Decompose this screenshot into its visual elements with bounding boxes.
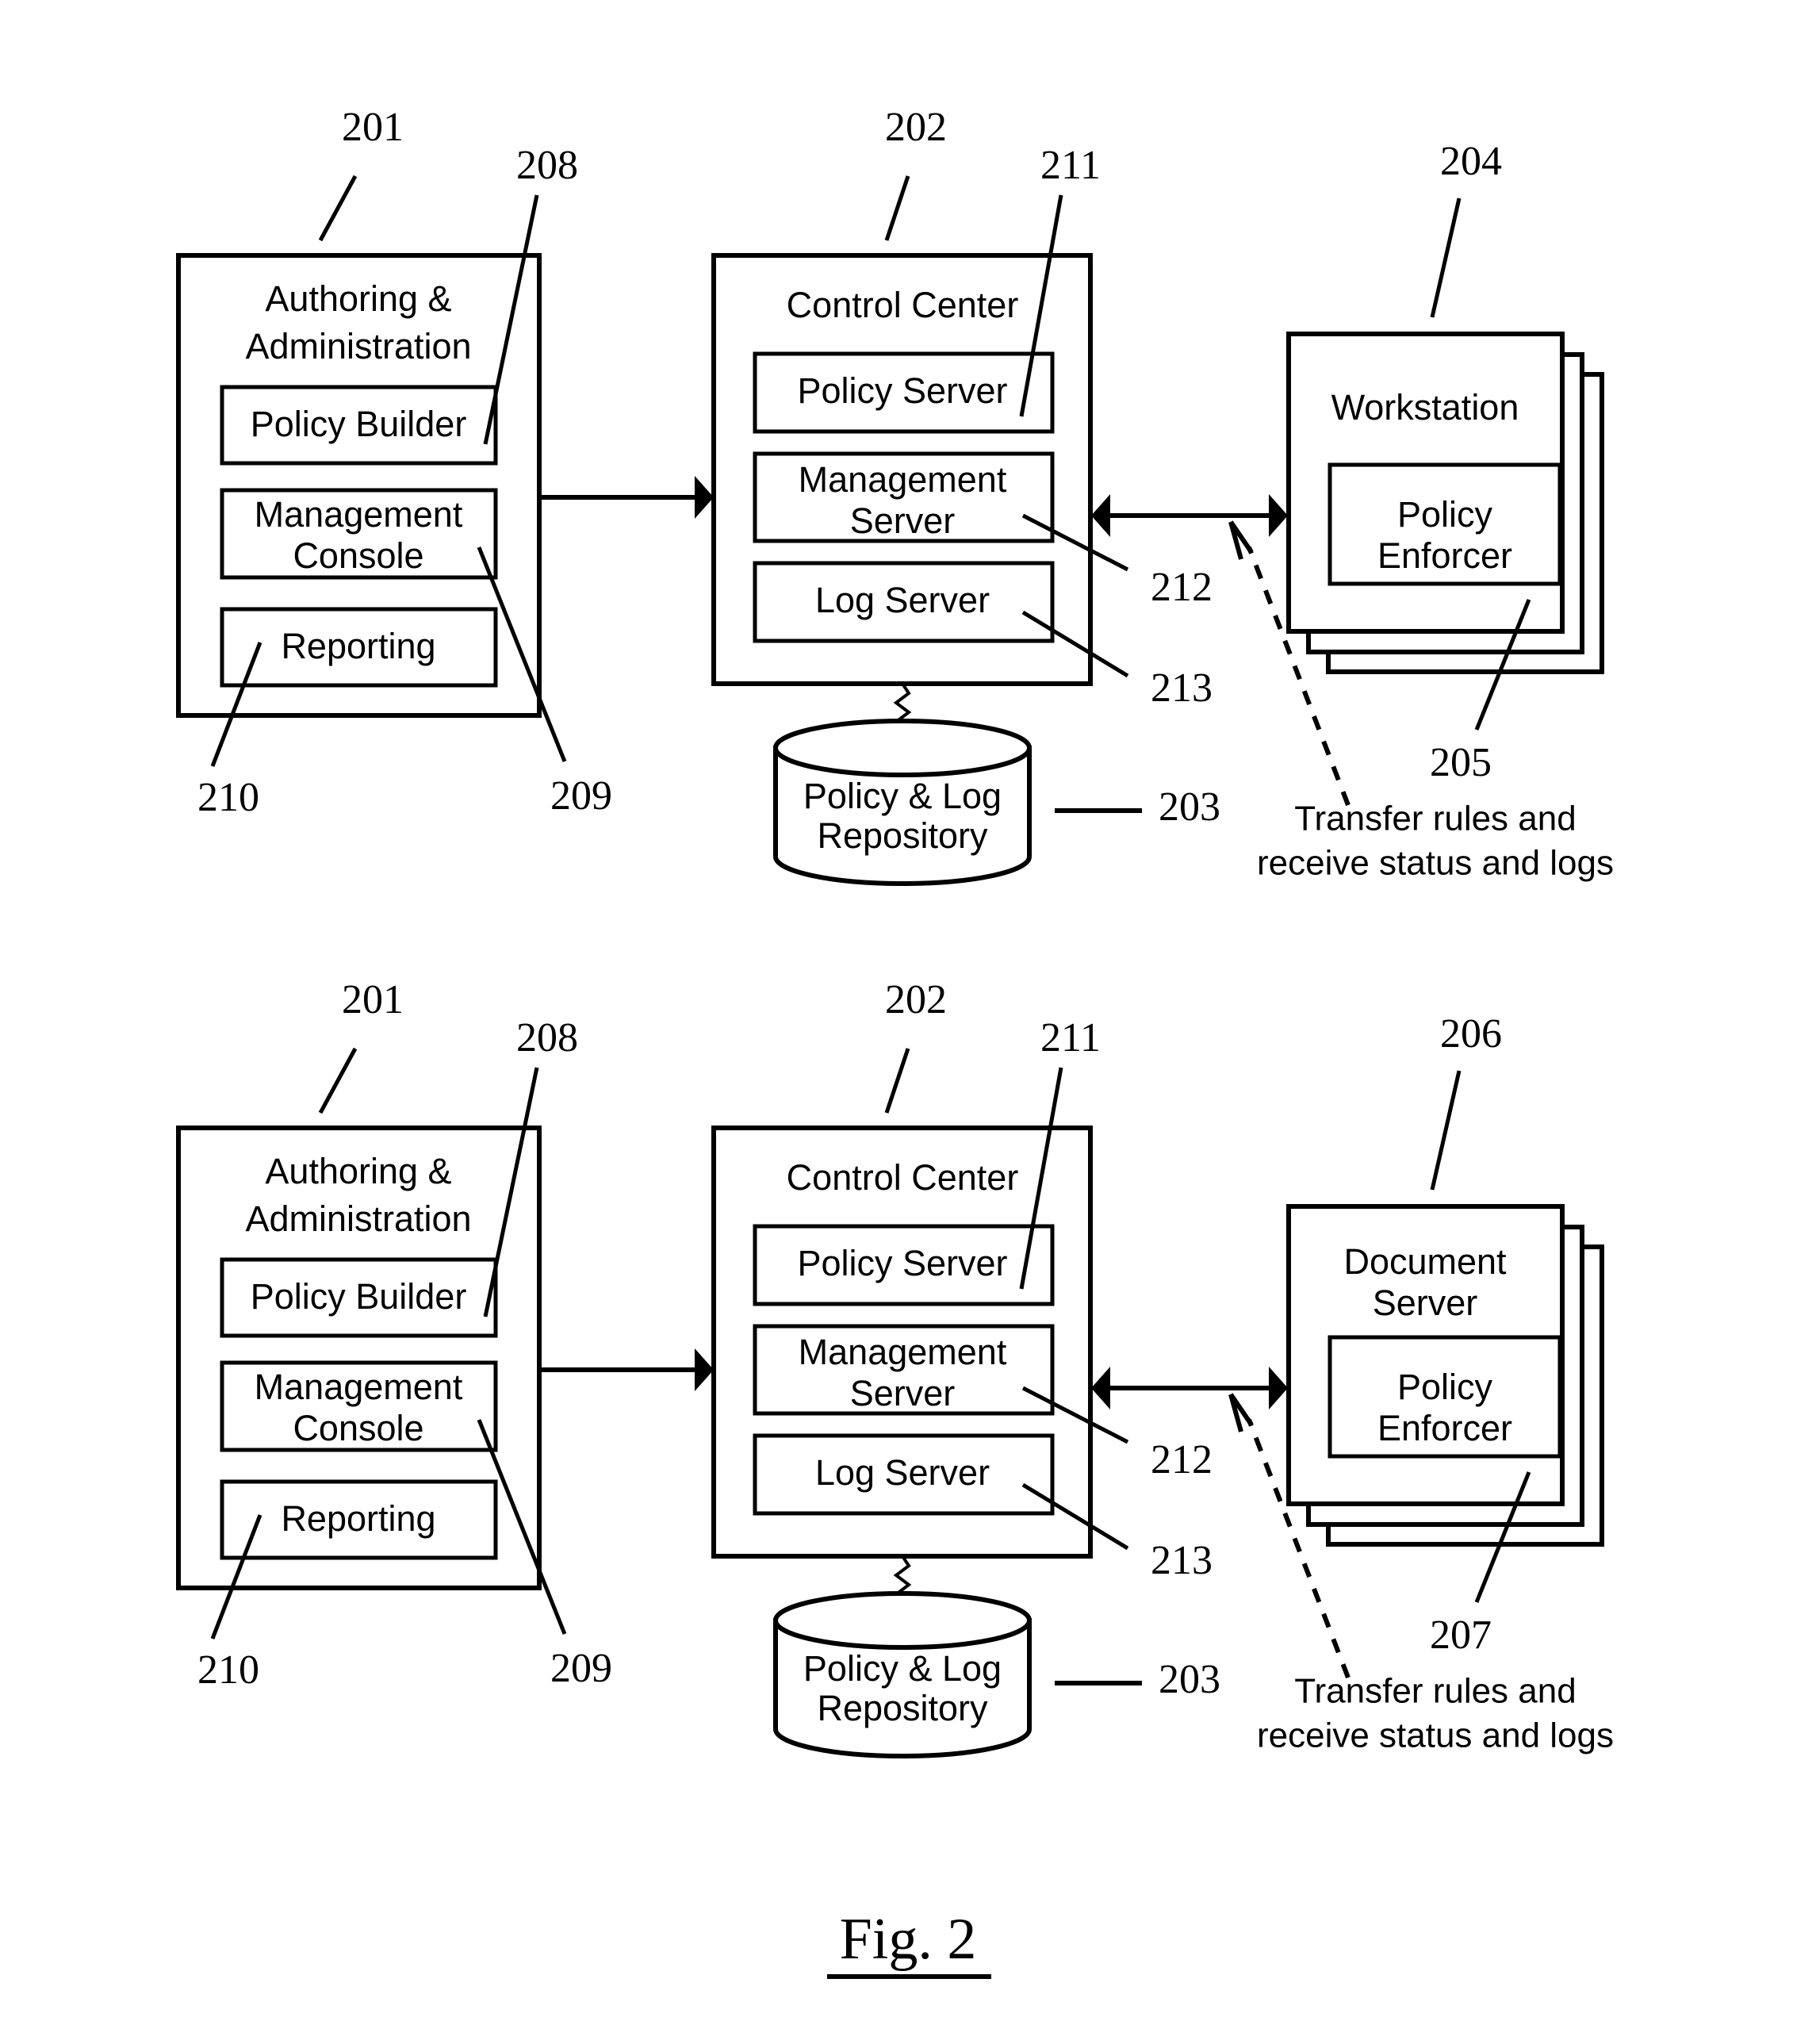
figure-sheet: Authoring & Administration Policy Builde…	[0, 0, 1816, 2044]
authoring-administration-title-line2: Administration	[245, 1198, 471, 1239]
ref-201: 201	[342, 977, 404, 1022]
policy-builder-label: Policy Builder	[251, 404, 467, 444]
repository-label-line2: Repository	[817, 815, 988, 856]
ref-208: 208	[516, 143, 578, 188]
management-console-label-line1: Management	[255, 1367, 463, 1407]
management-console-label-line2: Console	[293, 1408, 423, 1448]
ref-206: 206	[1440, 1011, 1502, 1057]
ref-209: 209	[550, 773, 612, 819]
policy-enforcer-label-line1: Policy	[1397, 494, 1493, 535]
annotation-line1: Transfer rules and	[1294, 800, 1576, 838]
control-center-title: Control Center	[787, 1157, 1019, 1198]
ref-207: 207	[1430, 1613, 1492, 1658]
ref-210: 210	[197, 775, 259, 820]
document-server-stack-lower: Document Server Policy Enforcer	[1286, 1204, 1604, 1547]
leader-line-201	[318, 174, 358, 242]
ref-205: 205	[1430, 740, 1492, 785]
ref-212: 212	[1151, 565, 1213, 610]
log-server-label: Log Server	[815, 1452, 990, 1493]
ref-212: 212	[1151, 1437, 1213, 1482]
repository-label-line1: Policy & Log	[803, 776, 1002, 816]
authoring-administration-block-upper: Authoring & Administration Policy Builde…	[176, 253, 542, 718]
management-console-label-line1: Management	[255, 494, 463, 535]
ref-210: 210	[197, 1647, 259, 1693]
policy-enforcer-label-line2: Enforcer	[1377, 535, 1512, 576]
ref-213: 213	[1151, 1538, 1213, 1583]
leader-line-202	[884, 175, 910, 241]
policy-server-label: Policy Server	[797, 1243, 1007, 1283]
leader-line-202	[884, 1048, 910, 1114]
ref-204: 204	[1440, 139, 1502, 184]
policy-log-repository-lower: Policy & Log Repository	[773, 1591, 1032, 1758]
upper-diagram: Authoring & Administration Policy Builde…	[176, 105, 1614, 886]
authoring-administration-block-lower: Authoring & Administration Policy Builde…	[176, 1126, 542, 1590]
arrow-authoring-to-control-center	[538, 476, 714, 519]
management-server-label-line2: Server	[850, 1373, 956, 1413]
ref-213: 213	[1151, 665, 1213, 711]
authoring-administration-title-line2: Administration	[245, 326, 471, 366]
leader-line-206	[1430, 1070, 1462, 1191]
document-server-title-line2: Server	[1373, 1283, 1478, 1323]
leader-line-201	[318, 1047, 358, 1114]
ref-209: 209	[550, 1646, 612, 1691]
management-server-label-line1: Management	[799, 1332, 1007, 1372]
ref-202: 202	[885, 105, 947, 150]
ref-208: 208	[516, 1015, 578, 1060]
management-server-label-line2: Server	[850, 500, 956, 541]
arrow-control-center-to-document-server	[1091, 1367, 1288, 1409]
authoring-administration-title-line1: Authoring &	[265, 1151, 451, 1191]
figure-2-diagram: Authoring & Administration Policy Builde…	[176, 105, 1614, 1979]
policy-enforcer-label-line2: Enforcer	[1377, 1408, 1512, 1448]
workstation-title-line1: Workstation	[1331, 387, 1519, 428]
leader-line-204	[1430, 197, 1462, 318]
workstation-stack-upper: Workstation Policy Enforcer	[1286, 332, 1604, 674]
annotation-line2: receive status and logs	[1257, 844, 1614, 883]
annotation-line2: receive status and logs	[1257, 1716, 1614, 1755]
policy-server-label: Policy Server	[797, 370, 1007, 411]
management-server-label-line1: Management	[799, 459, 1007, 500]
policy-enforcer-label-line1: Policy	[1397, 1367, 1493, 1407]
reporting-label: Reporting	[281, 1498, 435, 1539]
ref-211: 211	[1040, 143, 1101, 188]
control-center-title: Control Center	[787, 285, 1019, 325]
annotation-line1: Transfer rules and	[1294, 1672, 1576, 1711]
arrow-authoring-to-control-center	[538, 1348, 714, 1391]
ref-203: 203	[1159, 784, 1220, 830]
arrow-control-center-to-workstation	[1091, 494, 1288, 537]
policy-log-repository-upper: Policy & Log Repository	[773, 719, 1032, 886]
ref-202: 202	[885, 977, 947, 1022]
policy-builder-label: Policy Builder	[251, 1276, 467, 1317]
management-console-label-line2: Console	[293, 535, 423, 576]
ref-211: 211	[1040, 1015, 1101, 1060]
figure-caption: Fig. 2	[840, 1907, 977, 1972]
ref-203: 203	[1159, 1657, 1220, 1702]
document-server-title-line1: Document	[1343, 1241, 1507, 1282]
reporting-label: Reporting	[281, 626, 435, 666]
repository-label-line1: Policy & Log	[803, 1648, 1002, 1689]
authoring-administration-title-line1: Authoring &	[265, 278, 451, 319]
log-server-label: Log Server	[815, 580, 990, 620]
lower-diagram: Authoring & Administration Policy Builde…	[176, 977, 1614, 1758]
repository-label-line2: Repository	[817, 1688, 988, 1728]
figure-caption-group: Fig. 2	[827, 1907, 991, 1979]
ref-201: 201	[342, 105, 404, 150]
